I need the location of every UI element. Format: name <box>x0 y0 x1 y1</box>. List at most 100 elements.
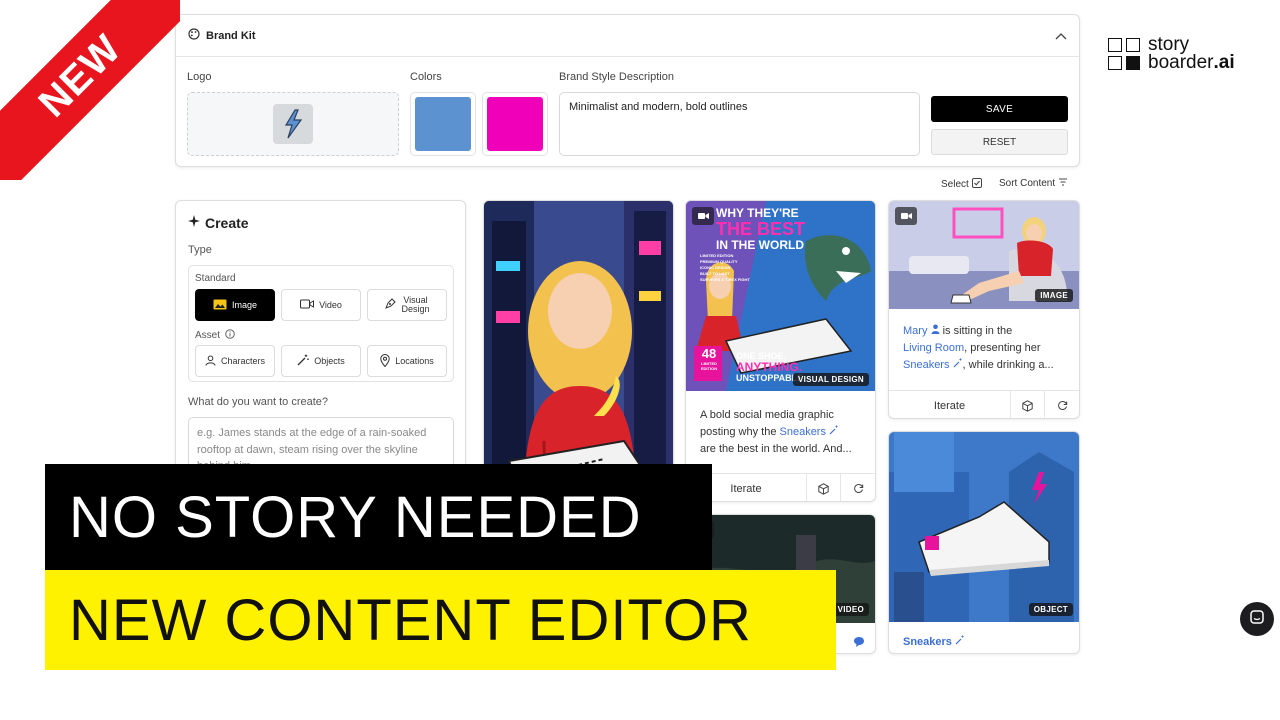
sort-content-button[interactable]: Sort Content <box>999 178 1068 189</box>
select-toggle[interactable]: Select <box>941 178 982 191</box>
asset-characters-button[interactable]: Characters <box>195 345 275 377</box>
sneakers-link[interactable]: Sneakers <box>780 426 826 438</box>
magic-wand-icon <box>297 354 310 368</box>
room-text-line3: Sneakers , while drinking a... <box>903 357 1073 374</box>
living-room-actions: Iterate <box>889 390 1079 418</box>
visual-design-label: Visual Design <box>401 295 430 315</box>
logo-upload[interactable] <box>187 92 399 156</box>
storyboarder-logo: story boarder.ai <box>1108 34 1258 76</box>
living-room-image: IMAGE <box>889 201 1079 309</box>
logo-square <box>1108 56 1122 70</box>
object-image: OBJECT <box>889 432 1079 622</box>
sneakers-link[interactable]: Sneakers <box>903 359 949 371</box>
brand-kit-panel: Brand Kit Logo Colors Brand Style Descri… <box>175 14 1080 167</box>
location-pin-icon <box>380 353 390 369</box>
design-text-prefix: posting why the <box>700 426 780 438</box>
asset-label-row: Asset <box>195 329 235 342</box>
chat-bubble-icon[interactable] <box>853 635 865 653</box>
cube-icon[interactable] <box>807 474 841 501</box>
iterate-button[interactable]: Iterate <box>889 391 1011 418</box>
color-swatch-2[interactable] <box>482 92 548 156</box>
characters-label: Characters <box>220 356 265 366</box>
swatch-blue <box>415 97 471 151</box>
video-badge: VIDEO <box>832 603 869 616</box>
locations-label: Locations <box>395 356 434 366</box>
room-text-b: , presenting her <box>964 342 1041 354</box>
object-name-link[interactable]: Sneakers <box>903 636 952 648</box>
create-title-text: Create <box>205 215 249 231</box>
room-text-line1: Mary is sitting in the <box>903 323 1073 340</box>
type-video-button[interactable]: Video <box>281 289 361 321</box>
poster-title-line3: IN THE WORLD <box>716 238 804 252</box>
visual-design-description: A bold social media graphic posting why … <box>700 407 870 458</box>
refresh-icon[interactable] <box>1045 391 1079 418</box>
object-name-row: Sneakers <box>903 634 965 651</box>
type-image-button[interactable]: Image <box>195 289 275 321</box>
chevron-up-icon[interactable] <box>1055 29 1067 43</box>
design-text-line3: are the best in the world. And... <box>700 443 852 455</box>
info-icon[interactable] <box>225 329 235 342</box>
visual-design-actions: Iterate <box>686 473 875 501</box>
media-card-object[interactable]: OBJECT Sneakers <box>888 431 1080 654</box>
brand-kit-title: Brand Kit <box>206 29 256 42</box>
brand-description-field[interactable]: Minimalist and modern, bold outlines <box>559 92 920 156</box>
magic-wand-icon <box>955 635 965 648</box>
prompt-label: What do you want to create? <box>188 396 329 408</box>
room-text-a: is sitting in the <box>939 325 1013 337</box>
poster-title-line2: THE BEST <box>716 219 806 239</box>
media-card-visual-design[interactable]: WHY THEY'RE THE BEST IN THE WORLD LIMITE… <box>685 200 876 502</box>
colors-label: Colors <box>410 71 442 83</box>
poster-tag-line2: ANYTHING. <box>736 360 802 374</box>
living-room-link[interactable]: Living Room <box>903 342 964 354</box>
room-text-line2: Living Room, presenting her <box>903 340 1073 357</box>
color-swatch-1[interactable] <box>410 92 476 156</box>
description-label: Brand Style Description <box>559 71 674 83</box>
image-badge: IMAGE <box>1035 289 1073 302</box>
sort-label: Sort Content <box>999 178 1056 189</box>
select-label: Select <box>941 179 969 190</box>
sort-icon <box>1058 178 1068 189</box>
sparkle-icon <box>188 215 201 231</box>
video-icon <box>300 299 315 311</box>
magic-wand-icon <box>953 358 963 371</box>
headline-banner-2: NEW CONTENT EDITOR <box>45 570 836 670</box>
video-camera-icon <box>692 207 714 225</box>
type-video-label: Video <box>319 300 342 310</box>
type-visual-design-button[interactable]: Visual Design <box>367 289 447 321</box>
asset-label: Asset <box>195 330 221 341</box>
new-ribbon: NEW <box>0 0 180 180</box>
visual-design-badge: VISUAL DESIGN <box>793 373 869 386</box>
comic-image <box>484 201 673 499</box>
asset-locations-button[interactable]: Locations <box>367 345 447 377</box>
asset-objects-button[interactable]: Objects <box>281 345 361 377</box>
reset-button[interactable]: RESET <box>931 129 1068 155</box>
living-room-description: Mary is sitting in the Living Room, pres… <box>903 323 1073 374</box>
mary-link[interactable]: Mary <box>903 325 927 337</box>
design-text-line1: A bold social media graphic <box>700 409 834 421</box>
logo-square <box>1126 38 1140 52</box>
poster-bullets: LIMITED EDITION PREMIUM QUALITY ICONIC D… <box>700 253 750 283</box>
object-badge: OBJECT <box>1028 603 1073 616</box>
visual-design-image: WHY THEY'RE THE BEST IN THE WORLD LIMITE… <box>686 201 875 391</box>
logo-square-filled <box>1126 56 1140 70</box>
save-button[interactable]: SAVE <box>931 96 1068 122</box>
person-icon <box>205 355 216 368</box>
chat-launcher-button[interactable] <box>1240 602 1274 636</box>
media-card-comic[interactable] <box>483 200 674 500</box>
logo-text-boarder: boarder.ai <box>1148 52 1235 74</box>
standard-label: Standard <box>195 273 236 284</box>
pen-tool-icon <box>384 298 397 312</box>
refresh-icon[interactable] <box>841 474 875 501</box>
cube-icon[interactable] <box>1011 391 1045 418</box>
brand-kit-header[interactable]: Brand Kit <box>176 15 1079 57</box>
poster-number-sub: LIMITED EDITION <box>700 361 718 371</box>
create-title: Create <box>188 215 249 231</box>
poster-title: WHY THEY'RE THE BEST IN THE WORLD <box>716 207 805 252</box>
checkbox-icon <box>971 178 982 191</box>
objects-label: Objects <box>314 356 345 366</box>
visual-design-line2: Design <box>401 304 430 314</box>
room-text-c: , while drinking a... <box>962 359 1054 371</box>
image-icon <box>213 299 227 312</box>
magic-wand-icon <box>829 425 839 438</box>
media-card-living-room[interactable]: IMAGE Mary is sitting in the Living Room… <box>888 200 1080 419</box>
